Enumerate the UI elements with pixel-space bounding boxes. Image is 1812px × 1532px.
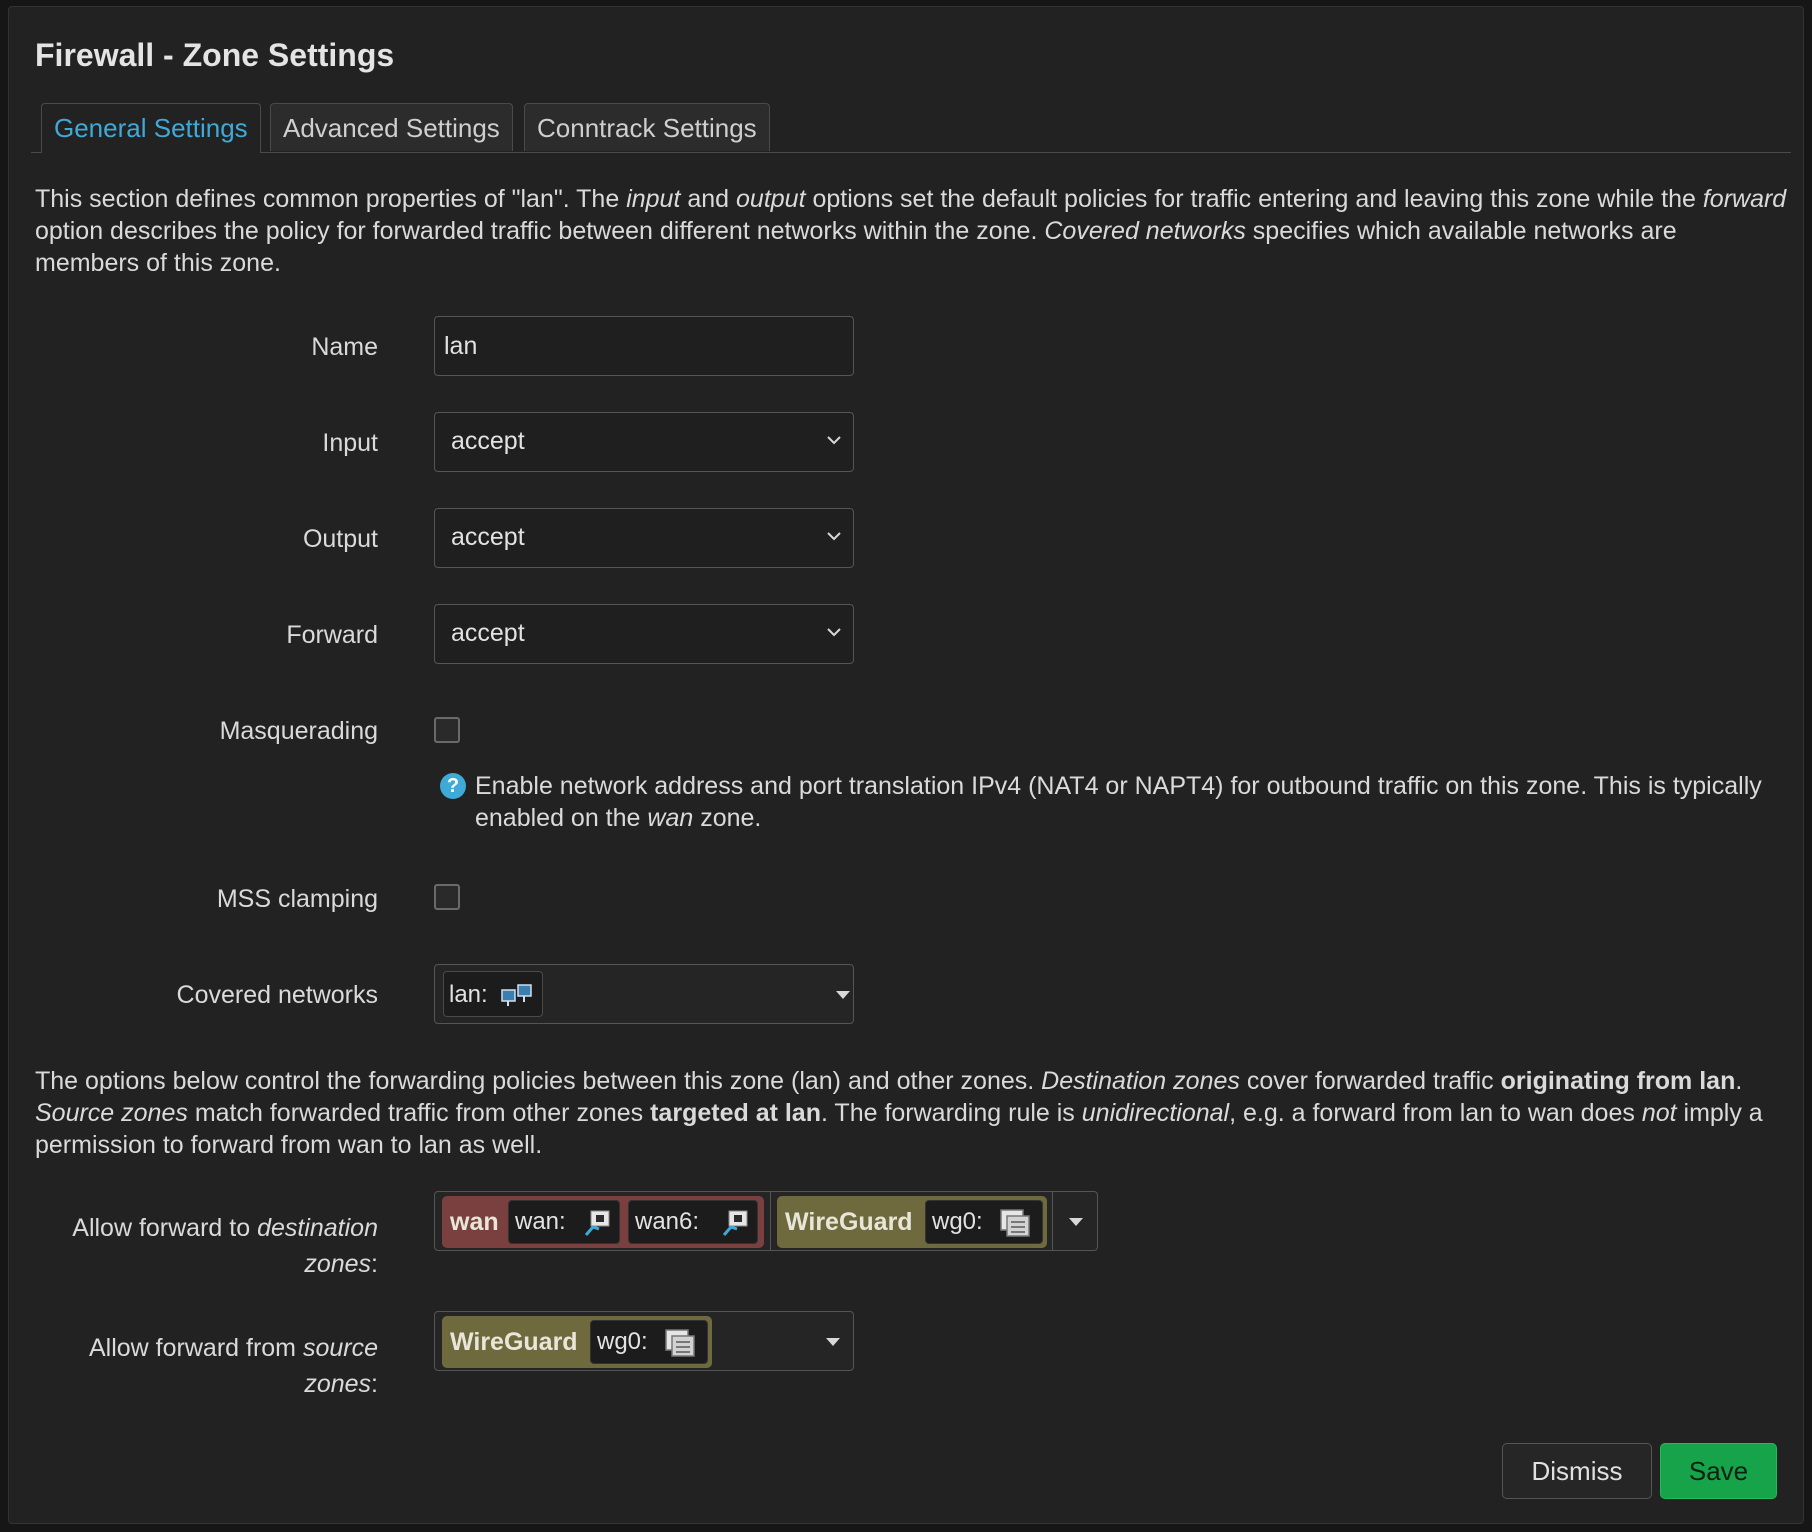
fwd-text: cover forwarded traffic	[1239, 1067, 1501, 1095]
chevron-down-icon	[827, 436, 841, 445]
help-text-part: zone.	[693, 804, 762, 832]
forward-select-value: accept	[451, 619, 525, 647]
zone-name: WireGuard	[785, 1208, 913, 1236]
fwd-text: targeted at lan	[650, 1099, 821, 1127]
fwd-text: , e.g. a forward from lan to wan does	[1229, 1099, 1642, 1127]
caret-separator	[1052, 1192, 1053, 1250]
masquerading-checkbox[interactable]	[434, 717, 460, 743]
src-zones-label: Allow forward from source zones:	[18, 1330, 378, 1402]
name-field[interactable]	[434, 316, 854, 376]
zone-name: WireGuard	[450, 1328, 578, 1356]
src-zones-dropdown[interactable]: WireGuard wg0:	[434, 1311, 854, 1371]
dest-zones-label-text: Allow forward to	[72, 1214, 258, 1242]
zone-chip-wireguard[interactable]: WireGuard wg0:	[442, 1316, 712, 1368]
fwd-text: not	[1641, 1099, 1677, 1127]
chevron-down-icon	[836, 991, 850, 999]
ethernet-port-icon	[584, 1210, 610, 1236]
device-label: wg0:	[597, 1328, 648, 1355]
intro-text: input	[626, 185, 681, 213]
zone-chip-wireguard[interactable]: WireGuard wg0:	[777, 1196, 1047, 1248]
input-select[interactable]: accept	[434, 412, 854, 472]
bridge-icon	[501, 984, 532, 1006]
fwd-text: Destination zones	[1041, 1067, 1240, 1095]
intro-text: and	[680, 185, 737, 213]
chevron-down-icon	[826, 1338, 840, 1346]
network-chip-lan[interactable]: lan:	[443, 971, 543, 1017]
zone-settings-dialog: Firewall - Zone Settings General Setting…	[8, 6, 1804, 1524]
dismiss-button[interactable]: Dismiss	[1502, 1443, 1652, 1499]
fwd-text: . The forwarding rule is	[820, 1099, 1082, 1127]
name-input[interactable]	[435, 317, 853, 375]
help-text-part: wan	[647, 804, 694, 832]
network-chip-label: lan:	[449, 981, 488, 1008]
masquerading-help-text: Enable network address and port translat…	[475, 770, 1771, 834]
mss-clamping-checkbox[interactable]	[434, 884, 460, 910]
intro-text: output	[736, 185, 806, 213]
masquerading-label: Masquerading	[219, 717, 378, 745]
device-chip-wg0: wg0:	[590, 1320, 708, 1364]
intro-text: forward	[1702, 185, 1787, 213]
fwd-text: unidirectional	[1081, 1099, 1230, 1127]
fwd-text: The options below control the forwarding…	[35, 1067, 1042, 1095]
input-select-value: accept	[451, 427, 525, 455]
device-label: wan6:	[635, 1208, 700, 1235]
dest-zones-label-text: :	[371, 1250, 378, 1278]
intro-text: Covered networks	[1044, 217, 1246, 245]
zone-separator	[770, 1192, 771, 1250]
name-label: Name	[311, 333, 378, 361]
zone-chip-wan[interactable]: wan wan: wan6:	[442, 1196, 764, 1248]
device-chip-wan6: wan6:	[628, 1200, 758, 1244]
mss-clamping-label: MSS clamping	[216, 885, 378, 913]
ethernet-port-icon	[722, 1210, 748, 1236]
covered-networks-label: Covered networks	[176, 981, 378, 1009]
fwd-text: originating from lan	[1500, 1067, 1736, 1095]
input-label: Input	[322, 429, 378, 457]
tab-general-settings[interactable]: General Settings	[41, 103, 261, 153]
fwd-text: .	[1735, 1067, 1743, 1095]
src-zones-label-text: source zones	[302, 1334, 378, 1398]
fwd-text: match forwarded traffic from other zones	[187, 1099, 651, 1127]
device-chip-wan: wan:	[508, 1200, 620, 1244]
tab-advanced-settings[interactable]: Advanced Settings	[270, 103, 513, 151]
device-chip-wg0: wg0:	[925, 1200, 1043, 1244]
forward-label: Forward	[286, 621, 378, 649]
dest-zones-label: Allow forward to destination zones:	[18, 1210, 378, 1282]
output-select[interactable]: accept	[434, 508, 854, 568]
src-zones-label-text: :	[371, 1370, 378, 1398]
device-label: wan:	[515, 1208, 566, 1235]
output-label: Output	[302, 525, 378, 553]
tunnel-icon	[665, 1329, 695, 1357]
dialog-title: Firewall - Zone Settings	[35, 37, 395, 73]
dest-zones-dropdown[interactable]: wan wan: wan6: WireGuard wg0:	[434, 1191, 1098, 1251]
output-select-value: accept	[451, 523, 525, 551]
fwd-text: Source zones	[35, 1099, 188, 1127]
save-button[interactable]: Save	[1660, 1443, 1777, 1499]
section-description: This section defines common properties o…	[35, 183, 1787, 279]
help-icon: ?	[440, 773, 466, 799]
intro-text: This section defines common properties o…	[35, 185, 627, 213]
covered-networks-dropdown[interactable]: lan:	[434, 964, 854, 1024]
tunnel-icon	[1000, 1209, 1030, 1237]
chevron-down-icon	[827, 532, 841, 541]
zone-name: wan	[450, 1208, 499, 1236]
chevron-down-icon	[1069, 1218, 1083, 1226]
masquerading-help: ? Enable network address and port transl…	[440, 770, 1771, 834]
intro-text: options set the default policies for tra…	[805, 185, 1703, 213]
forwarding-description: The options below control the forwarding…	[35, 1065, 1787, 1161]
device-label: wg0:	[932, 1208, 983, 1235]
chevron-down-icon	[827, 628, 841, 637]
src-zones-label-text: Allow forward from	[89, 1334, 303, 1362]
intro-text: option describes the policy for forwarde…	[35, 217, 1045, 245]
forward-select[interactable]: accept	[434, 604, 854, 664]
dest-zones-label-text: destination zones	[257, 1214, 378, 1278]
tab-bar: General Settings Advanced Settings Connt…	[31, 97, 1791, 153]
tab-conntrack-settings[interactable]: Conntrack Settings	[524, 103, 770, 151]
